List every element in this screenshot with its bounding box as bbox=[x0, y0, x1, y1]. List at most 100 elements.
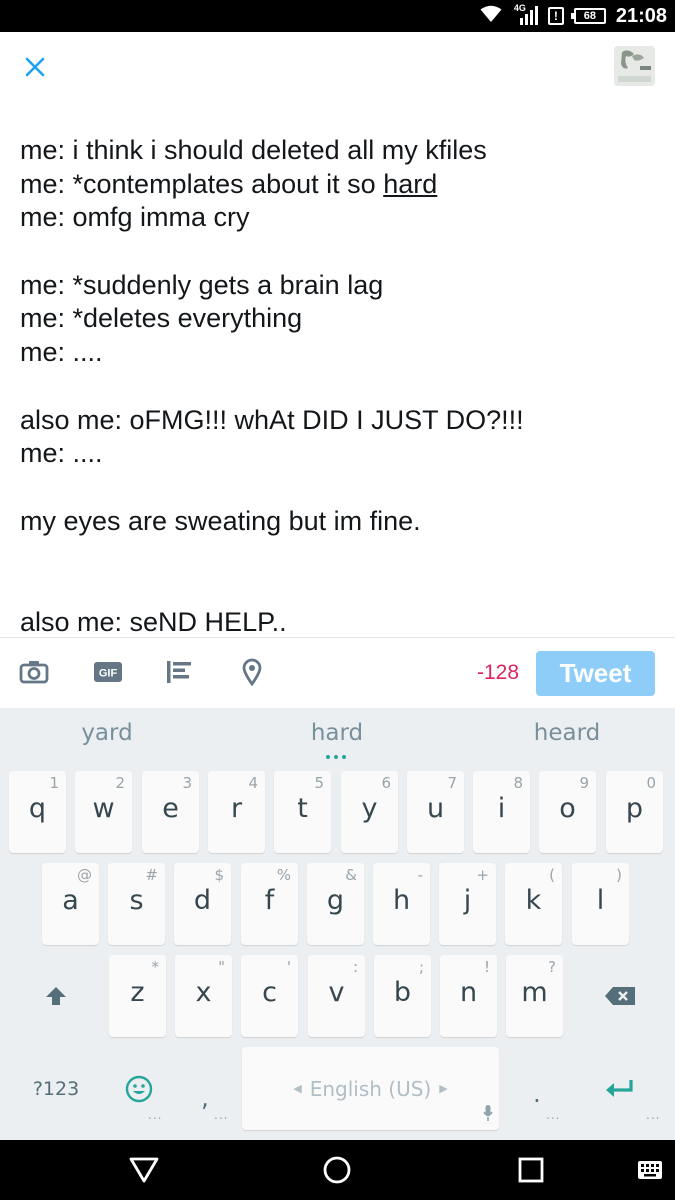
keyboard-icon bbox=[638, 1161, 662, 1179]
key-hint: 0 bbox=[646, 774, 656, 792]
tweet-line: also me: oFMG!!! whAt DID I JUST DO?!!! bbox=[20, 404, 650, 438]
recents-square-icon bbox=[518, 1157, 544, 1183]
key-n[interactable]: ! n bbox=[440, 955, 497, 1037]
tweet-line: me: .... bbox=[20, 437, 650, 471]
shift-icon bbox=[46, 987, 66, 1005]
gif-button[interactable]: GIF bbox=[92, 656, 124, 688]
key-hint: % bbox=[276, 866, 291, 884]
tweet-line-text: also me: seND HELP.. bbox=[20, 606, 287, 634]
character-count: -128 bbox=[476, 661, 520, 684]
tweet-line bbox=[20, 235, 650, 269]
key-x[interactable]: " x bbox=[175, 955, 232, 1037]
wifi-icon bbox=[480, 5, 502, 27]
key-hint: $ bbox=[214, 866, 224, 884]
key-w[interactable]: 2w bbox=[75, 771, 132, 853]
suggestion-1[interactable]: yard bbox=[7, 720, 207, 746]
key-hint: - bbox=[417, 866, 423, 884]
key-j[interactable]: + j bbox=[439, 863, 496, 945]
gif-icon: GIF bbox=[94, 662, 122, 682]
key-t[interactable]: 5t bbox=[274, 771, 331, 853]
camera-button[interactable] bbox=[18, 656, 50, 688]
key-hint: & bbox=[345, 866, 357, 884]
key-r[interactable]: 4r bbox=[208, 771, 265, 853]
key-hint: # bbox=[145, 866, 158, 884]
location-button[interactable] bbox=[236, 656, 268, 688]
home-button[interactable] bbox=[319, 1152, 355, 1188]
shift-key[interactable] bbox=[26, 955, 86, 1037]
key-q[interactable]: 1q bbox=[9, 771, 66, 853]
key-o[interactable]: 9o bbox=[539, 771, 596, 853]
key-hint: 1 bbox=[49, 774, 59, 792]
tweet-line: me: *contemplates about it so hard bbox=[20, 168, 650, 202]
autocorrect-underlined-word[interactable]: hard bbox=[383, 169, 437, 199]
tweet-button[interactable]: Tweet bbox=[536, 651, 655, 696]
key-label: a bbox=[62, 885, 79, 916]
symbols-key-label: ?123 bbox=[32, 1077, 80, 1100]
key-g[interactable]: & g bbox=[307, 863, 364, 945]
navigation-bar bbox=[0, 1140, 675, 1200]
key-hint: " bbox=[218, 958, 225, 976]
key-e[interactable]: 3e bbox=[142, 771, 199, 853]
key-d[interactable]: $ d bbox=[174, 863, 231, 945]
period-key-label: . bbox=[533, 1079, 541, 1108]
recents-button[interactable] bbox=[513, 1152, 549, 1188]
tweet-line: me: i think i should deleted all my kfil… bbox=[20, 134, 650, 168]
tweet-line-text: me: *suddenly gets a brain lag bbox=[20, 269, 384, 300]
key-label: v bbox=[328, 977, 345, 1008]
tweet-line-text: me: .... bbox=[20, 438, 103, 469]
battery-icon: 68 bbox=[570, 8, 606, 24]
avatar-image bbox=[614, 46, 655, 86]
tweet-text-input[interactable]: me: i think i should deleted all my kfil… bbox=[20, 134, 650, 634]
key-hint: @ bbox=[77, 866, 92, 884]
suggestion-2[interactable]: hard bbox=[237, 720, 437, 746]
key-label: i bbox=[497, 793, 506, 824]
key-s[interactable]: # s bbox=[108, 863, 165, 945]
signal-icon: 4G bbox=[512, 3, 538, 26]
tweet-line-text: me: .... bbox=[20, 337, 103, 368]
key-z[interactable]: * z bbox=[109, 955, 166, 1037]
key-v[interactable]: :v bbox=[308, 955, 365, 1037]
key-label: y bbox=[361, 793, 378, 824]
key-m[interactable]: ? m bbox=[506, 955, 563, 1037]
close-button[interactable] bbox=[18, 50, 52, 84]
keyboard-switch-button[interactable] bbox=[632, 1152, 668, 1188]
key-a[interactable]: @ a bbox=[42, 863, 99, 945]
tweet-line: me: *suddenly gets a brain lag bbox=[20, 269, 650, 303]
key-label: q bbox=[28, 793, 47, 824]
back-button[interactable] bbox=[126, 1152, 162, 1188]
key-l[interactable]: ) l bbox=[572, 863, 629, 945]
suggestion-3[interactable]: heard bbox=[467, 720, 667, 746]
symbols-key[interactable]: ?123 bbox=[20, 1047, 92, 1130]
key-hint: 2 bbox=[115, 774, 125, 792]
avatar[interactable] bbox=[614, 46, 655, 86]
key-p[interactable]: 0p bbox=[606, 771, 663, 853]
key-label: l bbox=[596, 885, 605, 916]
key-b[interactable]: ; b bbox=[374, 955, 431, 1037]
key-hint: 5 bbox=[314, 774, 324, 792]
clock: 21:08 bbox=[615, 4, 667, 27]
key-label: d bbox=[193, 885, 212, 916]
enter-key[interactable] bbox=[590, 1047, 650, 1130]
key-label: u bbox=[426, 793, 445, 824]
backspace-icon bbox=[605, 987, 635, 1005]
key-hint: ) bbox=[616, 866, 622, 884]
key-label: m bbox=[521, 977, 548, 1008]
key-y[interactable]: 6y bbox=[341, 771, 398, 853]
comma-key-more: ... bbox=[214, 1108, 229, 1122]
key-hint: 7 bbox=[447, 774, 457, 792]
key-h[interactable]: -h bbox=[373, 863, 430, 945]
key-f[interactable]: % f bbox=[241, 863, 298, 945]
poll-button[interactable] bbox=[164, 656, 196, 688]
key-hint: * bbox=[151, 958, 160, 976]
key-i[interactable]: 8i bbox=[473, 771, 530, 853]
key-c[interactable]: ' c bbox=[241, 955, 298, 1037]
tweet-line: me: *deletes everything bbox=[20, 302, 650, 336]
emoji-key-more: ... bbox=[148, 1108, 163, 1122]
space-key[interactable]: ◀ English (US) ▶ bbox=[242, 1047, 499, 1130]
key-k[interactable]: (k bbox=[505, 863, 562, 945]
key-label: b bbox=[393, 977, 412, 1008]
camera-icon bbox=[19, 661, 49, 684]
alert-icon: ! bbox=[547, 7, 564, 25]
backspace-key[interactable] bbox=[588, 955, 652, 1037]
key-u[interactable]: 7u bbox=[407, 771, 464, 853]
